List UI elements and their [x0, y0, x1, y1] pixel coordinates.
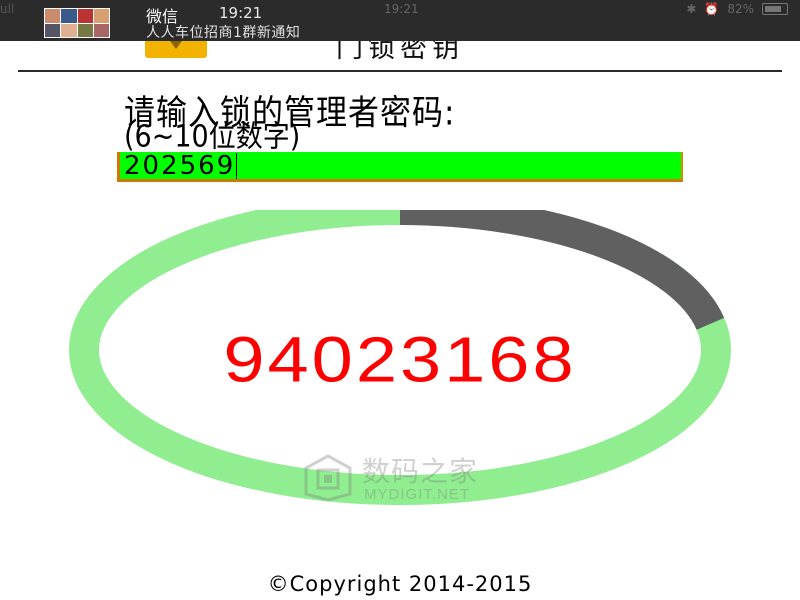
screen: 门锁密钥 ull 19:21 微信 19:21 人人车位招商1群新通知 ✱ ⏰ … [0, 0, 800, 600]
alarm-icon: ⏰ [704, 2, 720, 16]
notification-time: 19:21 [219, 4, 263, 22]
copyright-footer: ©Copyright 2014-2015 [267, 572, 533, 596]
mydigit-logo-icon [304, 454, 352, 502]
status-signal-text: ull [0, 2, 15, 16]
ring-progress-arc [399, 210, 725, 331]
bluetooth-icon: ✱ [686, 2, 697, 16]
status-time: 19:21 [384, 2, 419, 16]
generated-key: 94023168 [223, 323, 577, 396]
notification-message: 人人车位招商1群新通知 [146, 25, 301, 41]
header-divider [18, 70, 782, 72]
battery-icon [762, 3, 788, 15]
notification-banner[interactable]: ull 19:21 微信 19:21 人人车位招商1群新通知 ✱ ⏰ 82% [0, 0, 800, 41]
text-caret [236, 152, 238, 179]
watermark: 数码之家 MYDIGIT.NET [304, 448, 504, 508]
prompt-hint: (6~10位数字) [124, 119, 301, 155]
watermark-chinese: 数码之家 [362, 455, 479, 488]
admin-password-input[interactable]: 202569 [117, 152, 683, 182]
admin-password-value: 202569 [124, 150, 236, 181]
watermark-english: MYDIGIT.NET [364, 486, 471, 503]
battery-percent: 82% [727, 2, 754, 16]
avatar-group-icon [44, 8, 110, 38]
status-icons: ✱ ⏰ 82% [686, 2, 788, 16]
